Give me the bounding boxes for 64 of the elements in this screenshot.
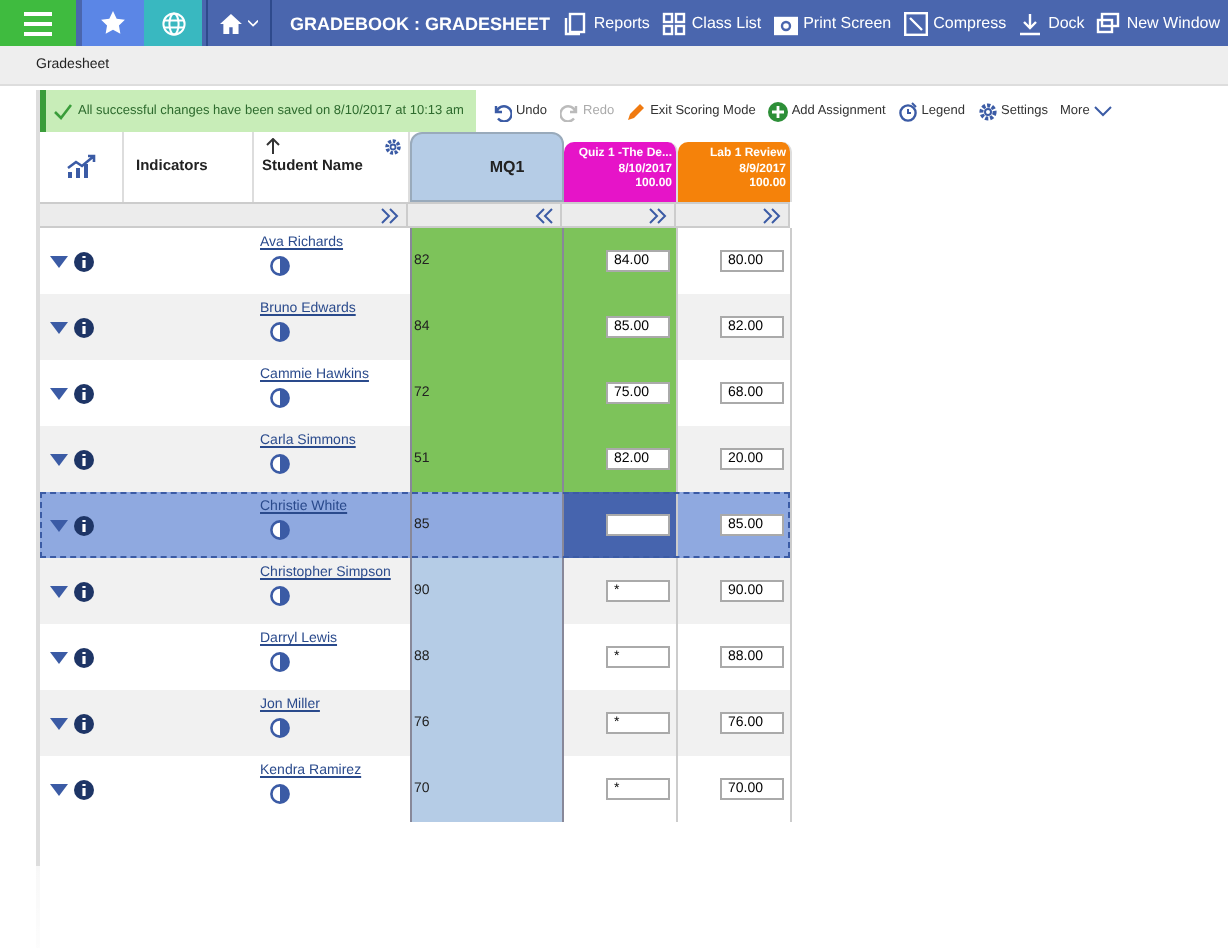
caret-down-icon[interactable] (50, 453, 68, 465)
sort-arrow-icon (266, 138, 280, 154)
chevron-down-icon (1093, 105, 1112, 117)
camera-icon (773, 11, 798, 35)
half-circle-icon (270, 322, 290, 342)
settings-icon (977, 101, 997, 121)
toolbar-button[interactable]: Print Screen (773, 11, 892, 35)
half-circle-icon (270, 652, 290, 672)
caret-down-icon[interactable] (50, 783, 68, 795)
download-icon (1018, 11, 1043, 35)
window-icon (1096, 11, 1121, 35)
half-circle-icon (270, 784, 290, 804)
caret-down-icon[interactable] (50, 321, 68, 333)
caret-down-icon[interactable] (50, 255, 68, 267)
half-circle-icon (270, 520, 290, 540)
half-circle-icon (270, 718, 290, 738)
info-icon[interactable] (74, 449, 94, 469)
home-icon (220, 11, 242, 35)
redo-icon (559, 101, 580, 121)
info-icon[interactable] (74, 647, 94, 667)
caret-down-icon[interactable] (50, 387, 68, 399)
page-title: GRADEBOOK : GRADESHEET (290, 13, 551, 33)
caret-down-icon[interactable] (50, 717, 68, 729)
half-circle-icon (270, 454, 290, 474)
toolbar-button[interactable]: Dock (1018, 11, 1085, 35)
toolbar-button[interactable]: Class List (661, 11, 762, 35)
favorites-button[interactable] (82, 0, 144, 46)
undo-icon (491, 101, 512, 121)
grid-icon (661, 11, 686, 35)
double-chevron-right-icon[interactable] (380, 207, 400, 223)
chart-icon (65, 154, 97, 180)
home-button[interactable] (206, 0, 272, 46)
caret-down-icon[interactable] (50, 519, 68, 531)
settings-icon[interactable] (384, 138, 402, 156)
caret-down-icon[interactable] (50, 585, 68, 597)
toolbar-button[interactable]: New Window (1096, 11, 1220, 35)
pencil-icon (626, 101, 647, 121)
info-icon[interactable] (74, 515, 94, 535)
info-icon[interactable] (74, 317, 94, 337)
toolbar-button[interactable]: Compress (903, 11, 1007, 35)
star-icon (100, 10, 126, 36)
caret-down-icon[interactable] (50, 651, 68, 663)
half-circle-icon (270, 388, 290, 408)
compress-icon (903, 11, 928, 35)
caret-icon (247, 19, 258, 27)
term-column-header[interactable]: MQ1 (410, 132, 564, 202)
info-icon[interactable] (74, 251, 94, 271)
toolbar-button[interactable]: Reports (563, 11, 650, 35)
info-icon[interactable] (74, 581, 94, 601)
plus-icon (767, 101, 788, 121)
half-circle-icon (270, 256, 290, 276)
document-icon (563, 11, 588, 35)
globe-icon (161, 11, 185, 35)
double-chevron-right-icon[interactable] (762, 207, 782, 223)
menu-icon (24, 11, 52, 35)
legend-icon (897, 101, 918, 121)
info-icon[interactable] (74, 713, 94, 733)
info-icon[interactable] (74, 383, 94, 403)
double-chevron-right-icon[interactable] (648, 207, 668, 223)
info-icon[interactable] (74, 779, 94, 799)
check-icon (54, 103, 72, 119)
half-circle-icon (270, 586, 290, 606)
score-input[interactable] (606, 514, 670, 536)
double-chevron-left-icon[interactable] (534, 207, 554, 223)
